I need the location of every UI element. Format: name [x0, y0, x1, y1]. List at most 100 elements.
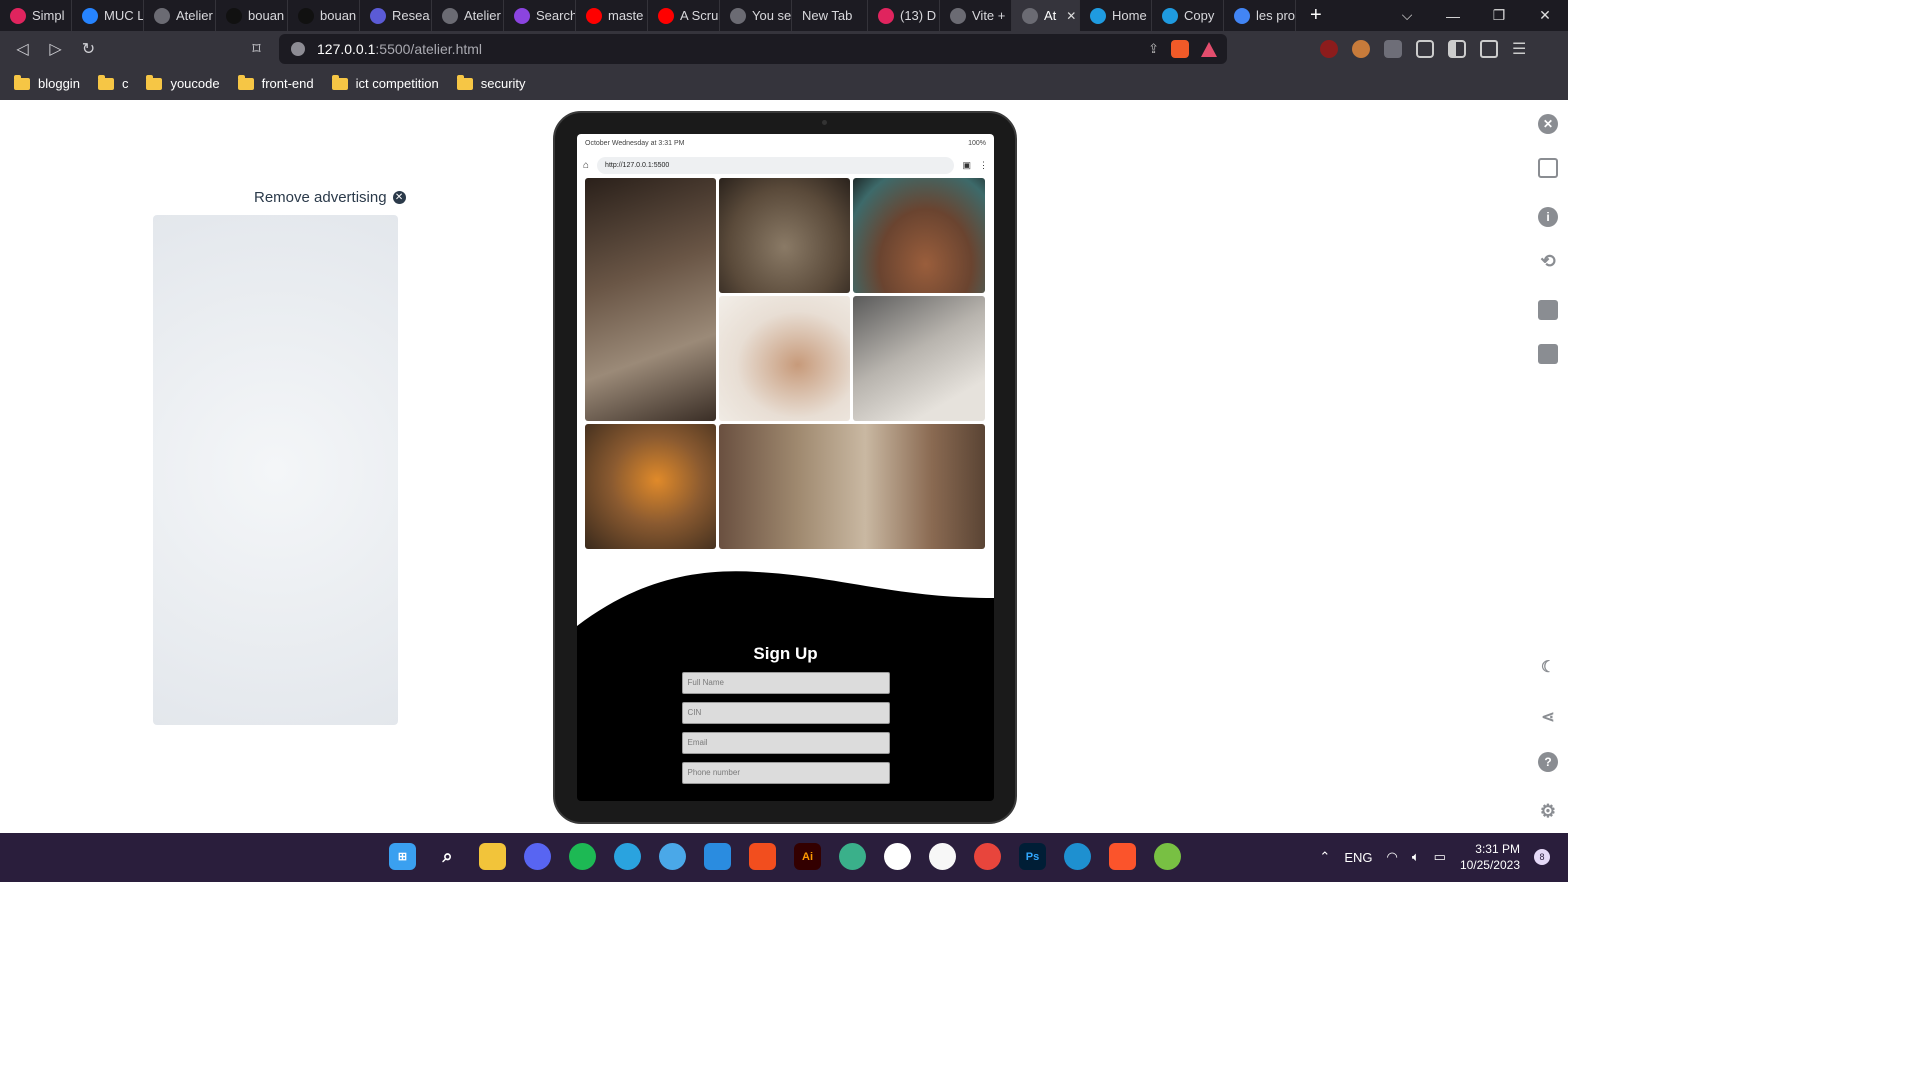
tab-favicon-icon: [878, 7, 894, 24]
app-icon[interactable]: [839, 843, 866, 870]
system-tray: ⌃ ENG ◠ 🔈︎ ▭ 3:31 PM 10/25/2023 8: [1319, 841, 1550, 873]
folder-icon: [237, 74, 254, 90]
forward-icon[interactable]: ▷: [39, 39, 72, 59]
browser-tab[interactable]: A Scru: [648, 0, 720, 31]
browser-tab[interactable]: New Tab: [792, 0, 868, 31]
utorrent-icon[interactable]: [1154, 843, 1181, 870]
tabs-icon[interactable]: ▣: [962, 160, 971, 171]
close-icon[interactable]: ✕: [1538, 114, 1558, 134]
browser-tab[interactable]: Simpl: [0, 0, 72, 31]
close-window-button[interactable]: ✕: [1522, 7, 1568, 24]
restore-button[interactable]: ❐: [1476, 7, 1522, 24]
file-explorer-icon[interactable]: [479, 843, 506, 870]
gallery-photo-2: [719, 178, 850, 293]
browser-tab[interactable]: maste: [576, 0, 648, 31]
start-icon[interactable]: ⊞: [389, 843, 416, 870]
brave-shields-icon[interactable]: [1171, 40, 1189, 58]
docker-icon[interactable]: [659, 843, 686, 870]
taskbar: ⊞ ⌕ Ai Ps ⌃ ENG ◠ 🔈︎ ▭ 3:31 PM 10/25/202…: [0, 833, 1568, 882]
volume-icon[interactable]: 🔈︎: [1412, 849, 1420, 865]
help-icon[interactable]: ?: [1538, 752, 1558, 772]
email-input[interactable]: Email: [681, 732, 890, 754]
bookmark-folder[interactable]: front-end: [237, 74, 314, 91]
phone-input[interactable]: Phone number: [681, 762, 890, 784]
browser-tab[interactable]: Copy: [1152, 0, 1224, 31]
address-bar[interactable]: 127.0.0.1:5500/atelier.html ⇪: [279, 34, 1227, 64]
tab-list-icon[interactable]: ⌵: [1384, 7, 1430, 24]
rewards-icon[interactable]: [1201, 41, 1217, 57]
more-icon[interactable]: ⋮: [979, 160, 988, 171]
home-icon[interactable]: ⌂: [583, 160, 589, 171]
video-icon[interactable]: [1538, 344, 1558, 364]
full-name-input[interactable]: Full Name: [681, 672, 890, 694]
minimize-button[interactable]: —: [1430, 8, 1476, 24]
notification-badge[interactable]: 8: [1534, 849, 1550, 865]
tab-label: A Scru: [680, 8, 719, 23]
remove-advertising-link[interactable]: Remove advertising ✕: [254, 189, 406, 206]
browser-tab[interactable]: Vite +: [940, 0, 1012, 31]
search-icon[interactable]: ⌕: [434, 843, 461, 870]
tab-favicon-icon: [226, 7, 242, 24]
site-info-icon[interactable]: [291, 42, 305, 56]
chevron-up-icon[interactable]: ⌃: [1319, 849, 1330, 865]
chrome-icon[interactable]: [974, 843, 1001, 870]
sidebar-icon[interactable]: [1448, 40, 1466, 58]
browser-tab[interactable]: Atelier: [432, 0, 504, 31]
new-tab-button[interactable]: +: [1296, 4, 1336, 27]
mongodb-icon[interactable]: [884, 843, 911, 870]
music-icon[interactable]: [929, 843, 956, 870]
vscode-icon[interactable]: [704, 843, 731, 870]
clock[interactable]: 3:31 PM 10/25/2023: [1460, 841, 1520, 873]
spotify-icon[interactable]: [569, 843, 596, 870]
illustrator-icon[interactable]: Ai: [794, 843, 821, 870]
device-url-field[interactable]: http://127.0.0.1:5500: [597, 157, 955, 174]
figma-icon[interactable]: [749, 843, 776, 870]
bookmark-folder[interactable]: bloggin: [14, 74, 80, 91]
settings-icon[interactable]: ⚙: [1538, 801, 1558, 821]
device-status-bar: October Wednesday at 3:31 PM 100%: [577, 134, 994, 153]
browser-tab[interactable]: (13) D: [868, 0, 940, 31]
bookmark-folder[interactable]: youcode: [146, 74, 220, 91]
share-icon[interactable]: ⋖: [1538, 707, 1558, 727]
share-icon[interactable]: ⇪: [1148, 41, 1159, 57]
extension-icon[interactable]: [1384, 40, 1402, 58]
camera-icon[interactable]: [1538, 300, 1558, 320]
reload-icon[interactable]: ↻: [72, 39, 105, 59]
browser-tab[interactable]: Atelier: [144, 0, 216, 31]
cin-input[interactable]: CIN: [681, 702, 890, 724]
discord-icon[interactable]: [524, 843, 551, 870]
edge-icon[interactable]: [1064, 843, 1091, 870]
browser-tab[interactable]: Home: [1080, 0, 1152, 31]
browser-tab[interactable]: Search: [504, 0, 576, 31]
browser-tab[interactable]: MUC L: [72, 0, 144, 31]
puzzle-icon[interactable]: [1416, 40, 1434, 58]
battery-icon[interactable]: ▭: [1434, 849, 1446, 865]
wifi-icon[interactable]: ◠: [1386, 849, 1397, 865]
info-icon[interactable]: i: [1538, 207, 1558, 227]
browser-tab[interactable]: At ✕: [1012, 0, 1080, 31]
telegram-icon[interactable]: [614, 843, 641, 870]
browser-tab[interactable]: les pro: [1224, 0, 1296, 31]
brave-icon[interactable]: [1109, 843, 1136, 870]
browser-tab[interactable]: bouan: [216, 0, 288, 31]
bookmark-folder[interactable]: c: [97, 74, 128, 91]
bookmark-folder[interactable]: security: [456, 74, 526, 91]
bookmark-icon[interactable]: ⌑: [240, 39, 273, 59]
browser-tab[interactable]: bouan: [288, 0, 360, 31]
tab-strip: Simpl MUC L Atelier bouan bouan Resea Atelier S…: [0, 0, 1296, 31]
device-toggle-icon[interactable]: [1538, 158, 1558, 178]
bookmark-folder[interactable]: ict competition: [331, 74, 439, 91]
cookie-icon[interactable]: [1352, 40, 1370, 58]
wallet-icon[interactable]: [1480, 40, 1498, 58]
rotate-icon[interactable]: ⟲: [1538, 251, 1558, 271]
moon-icon[interactable]: ☾: [1538, 657, 1558, 677]
tab-favicon-icon: [82, 7, 98, 24]
ublock-icon[interactable]: [1320, 40, 1338, 58]
language-indicator[interactable]: ENG: [1344, 850, 1372, 865]
browser-tab[interactable]: Resea: [360, 0, 432, 31]
back-icon[interactable]: ◁: [6, 39, 39, 59]
browser-tab[interactable]: You se: [720, 0, 792, 31]
menu-icon[interactable]: ☰: [1512, 39, 1526, 59]
close-tab-icon[interactable]: ✕: [1066, 9, 1076, 23]
photoshop-icon[interactable]: Ps: [1019, 843, 1046, 870]
